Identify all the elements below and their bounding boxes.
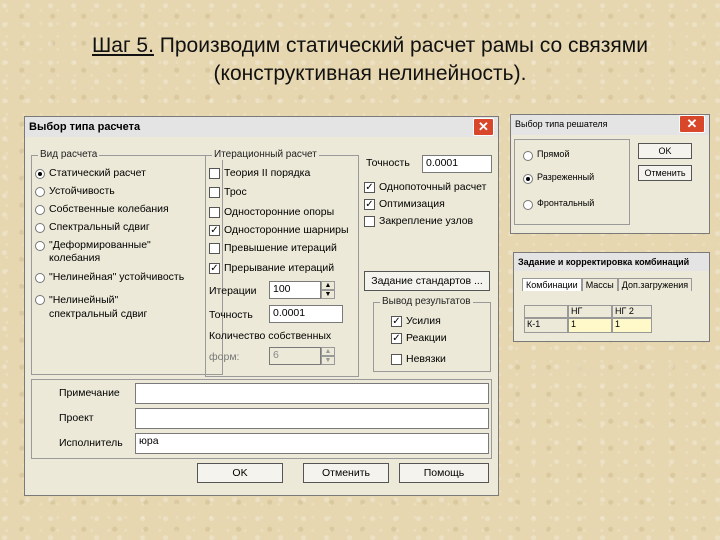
combo-corner-cell — [524, 305, 568, 318]
checkbox-checked-icon[interactable]: ✓ — [209, 263, 220, 274]
combo-tabs: Комбинации Массы Доп.загружения — [522, 278, 693, 291]
checkbox-icon[interactable] — [391, 354, 402, 365]
radio-icon[interactable] — [523, 200, 533, 210]
chk-one-sided-hinges[interactable]: ✓ Односторонние шарниры — [209, 224, 349, 236]
checkbox-icon[interactable] — [209, 207, 220, 218]
radio-nonlinear-stability[interactable]: "Нелинейная" устойчивость — [35, 271, 184, 283]
checkbox-checked-icon[interactable]: ✓ — [391, 316, 402, 327]
radio-icon[interactable] — [35, 273, 45, 283]
chk-forces[interactable]: ✓ Усилия — [391, 315, 441, 327]
slide-title-text2: (конструктивная нелинейность). — [213, 62, 527, 85]
forms-input[interactable]: 6 — [269, 347, 321, 365]
standards-button[interactable]: Задание стандартов ... — [364, 271, 490, 291]
combo-header-cell: НГ — [568, 305, 612, 318]
note-label: Примечание — [59, 387, 120, 399]
slide-title: Шаг 5. Производим статический расчет рам… — [40, 32, 700, 88]
iterations-label: Итерации — [209, 285, 257, 297]
iteration-group-label: Итерационный расчет — [212, 149, 319, 160]
combo-row-label: К-1 — [524, 318, 568, 333]
radio-spectral[interactable]: Спектральный сдвиг — [35, 221, 150, 233]
spin-up-icon[interactable]: ▲ — [321, 281, 335, 290]
combo-value-cell[interactable]: 1 — [612, 318, 652, 333]
solver-ok-button[interactable]: OK — [638, 143, 692, 159]
ok-button[interactable]: OK — [197, 463, 283, 483]
close-icon[interactable]: ✕ — [473, 118, 494, 136]
radio-frontal[interactable]: Фронтальный — [523, 198, 594, 210]
radio-static[interactable]: Статический расчет — [35, 167, 146, 179]
chk-single-thread[interactable]: ✓ Однопоточный расчет — [364, 181, 486, 193]
radio-icon[interactable] — [523, 151, 533, 161]
tab-combinations[interactable]: Комбинации — [522, 278, 582, 291]
checkbox-checked-icon[interactable]: ✓ — [209, 225, 220, 236]
combo-value-cell[interactable]: 1 — [568, 318, 612, 333]
solver-title: Выбор типа решателя — [515, 119, 608, 129]
accuracy-label: Точность — [366, 157, 410, 169]
radio-icon[interactable] — [35, 295, 45, 305]
cancel-button[interactable]: Отменить — [303, 463, 389, 483]
calc-type-group-label: Вид расчета — [38, 149, 100, 160]
checkbox-checked-icon[interactable]: ✓ — [391, 333, 402, 344]
step-label: Шаг 5. — [92, 34, 154, 57]
checkbox-icon[interactable] — [209, 243, 220, 254]
radio-direct[interactable]: Прямой — [523, 149, 569, 161]
help-button[interactable]: Помощь — [399, 463, 489, 483]
radio-deformed[interactable]: "Деформированные" колебания — [35, 239, 151, 265]
radio-icon[interactable] — [35, 223, 45, 233]
chk-iter-interrupt[interactable]: ✓ Прерывание итераций — [209, 262, 334, 274]
iter-accuracy-input[interactable]: 0.0001 — [269, 305, 343, 323]
radio-icon[interactable] — [523, 174, 533, 184]
chk-node-fixing[interactable]: Закрепление узлов — [364, 215, 473, 227]
iter-accuracy-label: Точность — [209, 309, 253, 321]
radio-icon[interactable] — [35, 169, 45, 179]
radio-icon[interactable] — [35, 241, 45, 251]
radio-icon[interactable] — [35, 205, 45, 215]
chk-residuals[interactable]: Невязки — [391, 353, 446, 365]
radio-icon[interactable] — [35, 187, 45, 197]
tab-masses[interactable]: Массы — [581, 278, 618, 291]
accuracy-input[interactable]: 0.0001 — [422, 155, 492, 173]
forms-label: форм: — [209, 351, 240, 363]
combinations-dialog: Задание и корректировка комбинаций Комби… — [513, 252, 710, 342]
solver-dialog: Выбор типа решателя ✕ Прямой Разреженный… — [510, 114, 710, 234]
dialog-titlebar: Выбор типа расчета — [25, 117, 498, 137]
dialog-title: Выбор типа расчета — [29, 121, 141, 133]
project-input[interactable] — [135, 408, 489, 429]
radio-nonlinear-spectral[interactable]: "Нелинейный" спектральный сдвиг — [35, 293, 147, 321]
combo-titlebar: Задание и корректировка комбинаций — [514, 253, 709, 271]
combo-title: Задание и корректировка комбинаций — [518, 257, 690, 267]
checkbox-checked-icon[interactable]: ✓ — [364, 182, 375, 193]
slide-title-text1: Производим статический расчет рамы со св… — [153, 34, 648, 57]
chk-reactions[interactable]: ✓ Реакции — [391, 332, 447, 344]
radio-sparse[interactable]: Разреженный — [523, 172, 594, 184]
solver-cancel-button[interactable]: Отменить — [638, 165, 692, 181]
note-input[interactable] — [135, 383, 489, 404]
calc-type-dialog: Выбор типа расчета ✕ Вид расчета Статиче… — [24, 116, 499, 496]
author-input[interactable]: юра — [135, 433, 489, 454]
combo-header-cell: НГ 2 — [612, 305, 652, 318]
chk-optimization[interactable]: ✓ Оптимизация — [364, 198, 445, 210]
chk-iter-exceed[interactable]: Превышение итераций — [209, 242, 337, 254]
spin-down-icon[interactable]: ▼ — [321, 290, 335, 299]
checkbox-icon[interactable] — [364, 216, 375, 227]
chk-cable[interactable]: Трос — [209, 186, 247, 198]
close-icon[interactable]: ✕ — [679, 115, 705, 133]
spin-up-icon[interactable]: ▲ — [321, 347, 335, 356]
checkbox-checked-icon[interactable]: ✓ — [364, 199, 375, 210]
output-group-label: Вывод результатов — [380, 296, 473, 307]
eigen-count-label: Количество собственных — [209, 330, 332, 342]
checkbox-icon[interactable] — [209, 168, 220, 179]
radio-stability[interactable]: Устойчивость — [35, 185, 115, 197]
spin-down-icon[interactable]: ▼ — [321, 356, 335, 365]
author-label: Исполнитель — [59, 437, 123, 449]
tab-extra-loads[interactable]: Доп.загружения — [617, 278, 693, 291]
checkbox-icon[interactable] — [209, 187, 220, 198]
radio-eigen[interactable]: Собственные колебания — [35, 203, 169, 215]
iterations-input[interactable]: 100 — [269, 281, 321, 299]
project-label: Проект — [59, 412, 94, 424]
chk-second-order[interactable]: Теория II порядка — [209, 167, 310, 179]
chk-one-sided-supports[interactable]: Односторонние опоры — [209, 206, 334, 218]
